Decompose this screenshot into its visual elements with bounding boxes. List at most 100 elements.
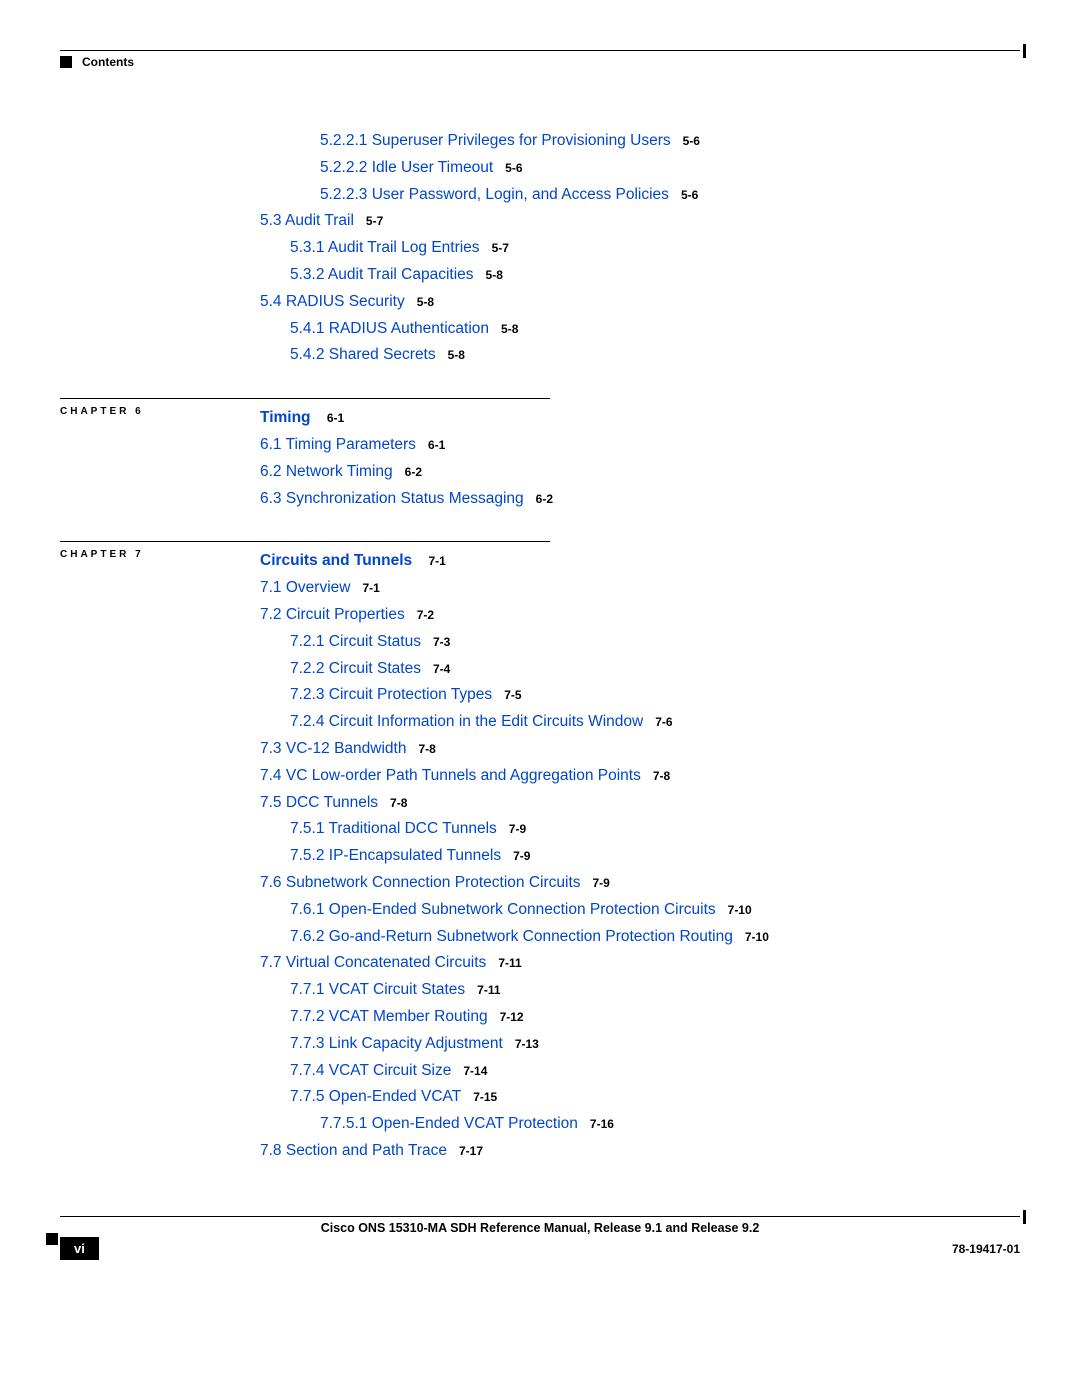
page-ref: 7-13 [515, 1037, 539, 1051]
page-ref: 7-4 [433, 662, 450, 676]
toc-link[interactable]: 5.4.1 RADIUS Authentication [290, 320, 489, 337]
page-ref: 7-10 [745, 930, 769, 944]
toc-link[interactable]: 6.1 Timing Parameters [260, 436, 416, 453]
toc-entry: 5.3.2 Audit Trail Capacities5-8 [290, 263, 1020, 288]
toc-link[interactable]: 7.7.3 Link Capacity Adjustment [290, 1035, 503, 1052]
toc-entry: 5.2.2.2 Idle User Timeout 5-6 [320, 156, 1020, 181]
toc-link[interactable]: 6.2 Network Timing [260, 463, 393, 480]
footer-doc-number: 78-19417-01 [952, 1242, 1020, 1256]
toc-link[interactable]: 7.5.2 IP-Encapsulated Tunnels [290, 847, 501, 864]
toc-body: 5.2.2.1 Superuser Privileges for Provisi… [200, 129, 1020, 1164]
toc-link[interactable]: 7.5 DCC Tunnels [260, 794, 378, 811]
chapter-rule [60, 541, 550, 542]
page-number-badge: vi [60, 1237, 99, 1260]
page-ref: 7-12 [500, 1010, 524, 1024]
chapter-title-link[interactable]: Circuits and Tunnels [260, 552, 412, 569]
toc-link[interactable]: 7.2.1 Circuit Status [290, 633, 421, 650]
toc-link[interactable]: 7.7 Virtual Concatenated Circuits [260, 954, 486, 971]
toc-entry: 7.6.1 Open-Ended Subnetwork Connection P… [290, 898, 1020, 923]
toc-link[interactable]: 5.3 Audit Trail [260, 212, 354, 229]
page-ref: 7-15 [473, 1090, 497, 1104]
toc-link[interactable]: 5.3.2 Audit Trail Capacities [290, 266, 474, 283]
page-ref: 5-8 [448, 348, 465, 362]
toc-entry: 7.7.4 VCAT Circuit Size 7-14 [290, 1059, 1020, 1084]
toc-link[interactable]: 7.7.2 VCAT Member Routing [290, 1008, 488, 1025]
document-page: Contents 5.2.2.1 Superuser Privileges fo… [0, 0, 1080, 1300]
toc-link[interactable]: 7.6.2 Go-and-Return Subnetwork Connectio… [290, 928, 733, 945]
toc-link[interactable]: 7.6 Subnetwork Connection Protection Cir… [260, 874, 581, 891]
page-ref: 7-10 [728, 903, 752, 917]
page-ref: 5-6 [505, 161, 522, 175]
page-ref: 7-11 [477, 983, 500, 997]
toc-link[interactable]: 7.2 Circuit Properties [260, 606, 405, 623]
toc-link[interactable]: 7.3 VC-12 Bandwidth [260, 740, 406, 757]
toc-link[interactable]: 7.6.1 Open-Ended Subnetwork Connection P… [290, 901, 716, 918]
page-ref: 7-16 [590, 1117, 614, 1131]
page-ref: 7-3 [433, 635, 450, 649]
page-ref: 7-1 [362, 581, 379, 595]
toc-entry: 7.2.1 Circuit Status 7-3 [290, 630, 1020, 655]
toc-entry: 7.2.4 Circuit Information in the Edit Ci… [290, 710, 1020, 735]
toc-link[interactable]: 5.2.2.2 Idle User Timeout [320, 159, 493, 176]
toc-link[interactable]: 7.2.4 Circuit Information in the Edit Ci… [290, 713, 643, 730]
page-ref: 7-2 [417, 608, 434, 622]
page-ref: 7-9 [509, 822, 526, 836]
header-rule [60, 50, 1020, 51]
toc-entry: 7.3 VC-12 Bandwidth 7-8 [260, 737, 1020, 762]
toc-link[interactable]: 7.5.1 Traditional DCC Tunnels [290, 820, 497, 837]
chapter-title-row: Circuits and Tunnels 7-1 [260, 549, 1020, 574]
toc-link[interactable]: 5.2.2.1 Superuser Privileges for Provisi… [320, 132, 671, 149]
page-ref: 7-14 [463, 1064, 487, 1078]
toc-link[interactable]: 7.7.5 Open-Ended VCAT [290, 1088, 461, 1105]
toc-entry: 5.4 RADIUS Security5-8 [260, 290, 1020, 315]
toc-link[interactable]: 6.3 Synchronization Status Messaging [260, 490, 524, 507]
toc-link[interactable]: 7.4 VC Low-order Path Tunnels and Aggreg… [260, 767, 641, 784]
toc-link[interactable]: 7.8 Section and Path Trace [260, 1142, 447, 1159]
toc-entry: 5.2.2.1 Superuser Privileges for Provisi… [320, 129, 1020, 154]
toc-entry: 7.7.2 VCAT Member Routing 7-12 [290, 1005, 1020, 1030]
toc-entry: 7.5.2 IP-Encapsulated Tunnels 7-9 [290, 844, 1020, 869]
footer-doc-title: Cisco ONS 15310-MA SDH Reference Manual,… [60, 1221, 1020, 1235]
toc-link[interactable]: 7.7.5.1 Open-Ended VCAT Protection [320, 1115, 578, 1132]
toc-link[interactable]: 5.2.2.3 User Password, Login, and Access… [320, 186, 669, 203]
running-header: Contents [60, 55, 1020, 69]
page-ref: 7-9 [513, 849, 530, 863]
toc-link[interactable]: 5.4 RADIUS Security [260, 293, 405, 310]
toc-entry: 7.8 Section and Path Trace 7-17 [260, 1139, 1020, 1164]
toc-entry: 6.1 Timing Parameters6-1 [260, 433, 1020, 458]
toc-pre-block: 5.2.2.1 Superuser Privileges for Provisi… [200, 129, 1020, 368]
toc-entry: 7.7 Virtual Concatenated Circuits7-11 [260, 951, 1020, 976]
toc-entry: 7.2.2 Circuit States 7-4 [290, 657, 1020, 682]
footer-bar: vi 78-19417-01 [60, 1237, 1020, 1260]
page-ref: 5-6 [681, 188, 698, 202]
toc-link[interactable]: 7.7.4 VCAT Circuit Size [290, 1062, 451, 1079]
page-ref: 6-2 [405, 465, 422, 479]
header-square-icon [60, 56, 72, 68]
toc-entry: 7.7.3 Link Capacity Adjustment 7-13 [290, 1032, 1020, 1057]
toc-entry: 7.6 Subnetwork Connection Protection Cir… [260, 871, 1020, 896]
page-ref: 5-7 [492, 241, 509, 255]
toc-link[interactable]: 7.2.3 Circuit Protection Types [290, 686, 492, 703]
page-ref: 6-1 [327, 411, 344, 425]
toc-link[interactable]: 5.4.2 Shared Secrets [290, 346, 436, 363]
toc-entry: 5.4.2 Shared Secrets 5-8 [290, 343, 1020, 368]
page-ref: 5-6 [683, 134, 700, 148]
toc-entry: 5.4.1 RADIUS Authentication5-8 [290, 317, 1020, 342]
page-ref: 7-17 [459, 1144, 483, 1158]
toc-link[interactable]: 7.7.1 VCAT Circuit States [290, 981, 465, 998]
page-ref: 7-6 [655, 715, 672, 729]
toc-entry: 5.2.2.3 User Password, Login, and Access… [320, 183, 1020, 208]
footer-rule [60, 1216, 1020, 1217]
toc-link[interactable]: 7.2.2 Circuit States [290, 660, 421, 677]
page-ref: 7-8 [390, 796, 407, 810]
toc-entry: 7.5 DCC Tunnels 7-8 [260, 791, 1020, 816]
page-ref: 7-8 [418, 742, 435, 756]
toc-entry: 5.3 Audit Trail5-7 [260, 209, 1020, 234]
toc-entry: 5.3.1 Audit Trail Log Entries 5-7 [290, 236, 1020, 261]
chapter-label: CHAPTER 7 [60, 549, 144, 560]
toc-link[interactable]: 7.1 Overview [260, 579, 350, 596]
chapter-title-link[interactable]: Timing [260, 409, 311, 426]
toc-entry: 7.1 Overview 7-1 [260, 576, 1020, 601]
chapter-label: CHAPTER 6 [60, 406, 144, 417]
toc-link[interactable]: 5.3.1 Audit Trail Log Entries [290, 239, 480, 256]
